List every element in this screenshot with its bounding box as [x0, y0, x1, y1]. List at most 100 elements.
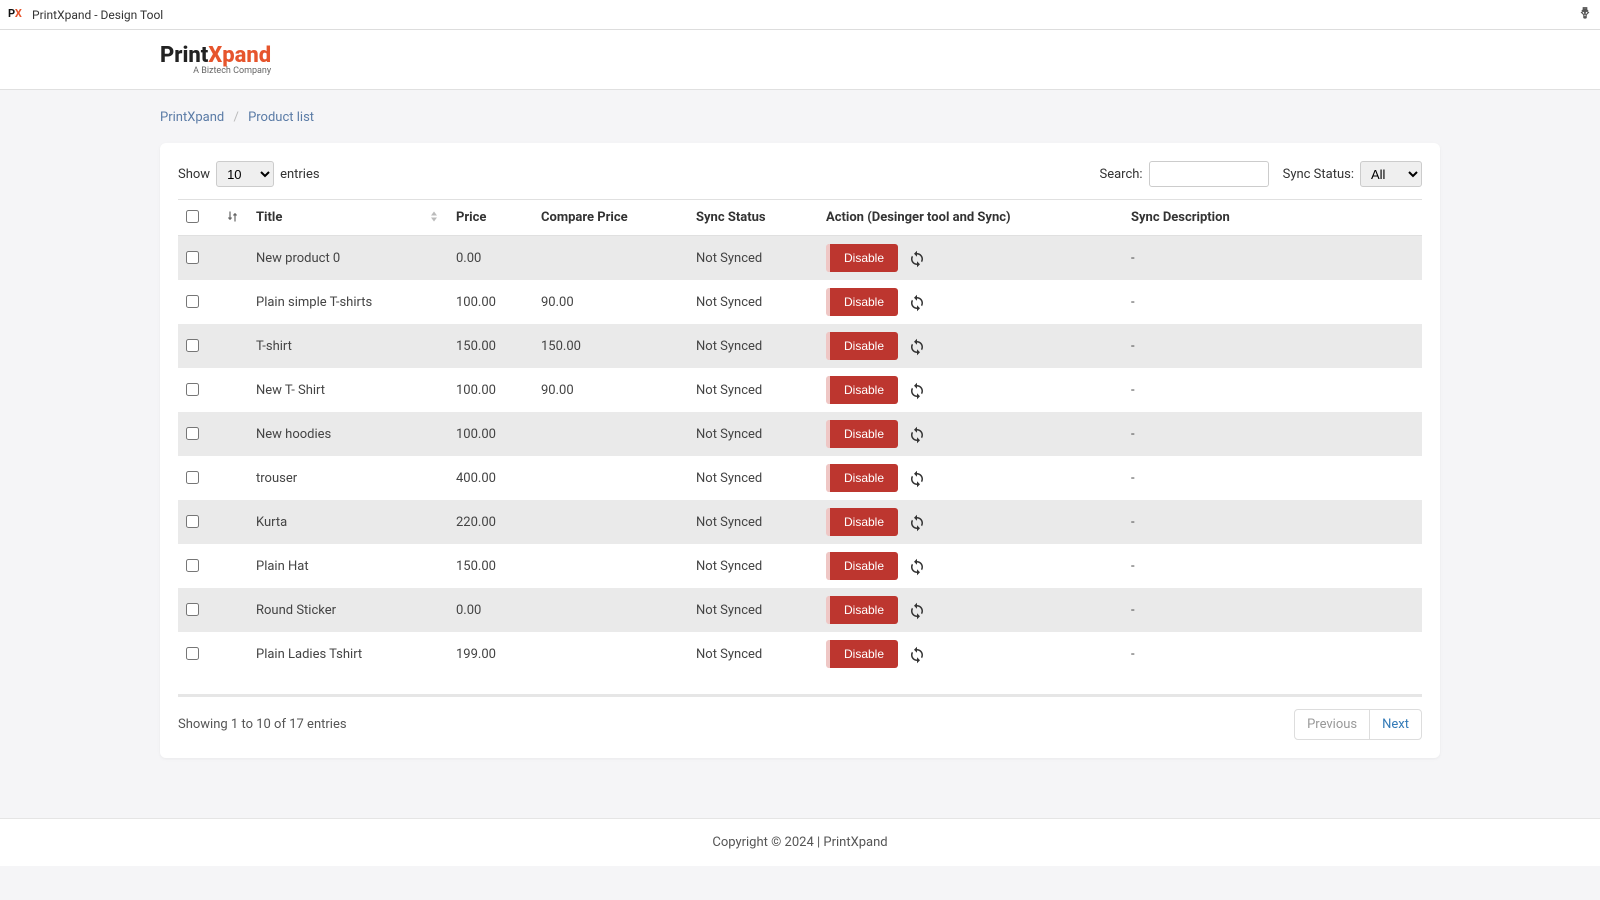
col-header-action[interactable]: Action (Desinger tool and Sync)	[818, 200, 1123, 236]
col-header-sync-desc[interactable]: Sync Description	[1123, 200, 1422, 236]
breadcrumb-root[interactable]: PrintXpand	[160, 110, 224, 125]
cell-title: New T- Shirt	[248, 368, 448, 412]
table-row: Plain Hat150.00Not SyncedDisable-	[178, 544, 1422, 588]
cell-action: Disable	[818, 632, 1123, 676]
cell-title: New product 0	[248, 236, 448, 281]
table-info: Showing 1 to 10 of 17 entries	[178, 717, 347, 732]
sync-icon[interactable]	[908, 250, 926, 268]
disable-button[interactable]: Disable	[826, 596, 898, 624]
disable-button[interactable]: Disable	[826, 288, 898, 316]
cell-price: 150.00	[448, 324, 533, 368]
cell-sync-desc: -	[1123, 324, 1422, 368]
cell-price: 100.00	[448, 280, 533, 324]
table-footer: Showing 1 to 10 of 17 entries Previous N…	[178, 694, 1422, 740]
table-row: Kurta220.00Not SyncedDisable-	[178, 500, 1422, 544]
cell-sync-desc: -	[1123, 500, 1422, 544]
cell-compare-price	[533, 456, 688, 500]
sync-icon[interactable]	[908, 426, 926, 444]
row-checkbox[interactable]	[186, 559, 199, 572]
entries-select[interactable]: 10	[216, 161, 274, 187]
cell-compare-price: 90.00	[533, 368, 688, 412]
select-all-checkbox[interactable]	[186, 210, 199, 223]
cell-sync-status: Not Synced	[688, 632, 818, 676]
cell-title: Plain simple T-shirts	[248, 280, 448, 324]
sort-icon[interactable]	[228, 210, 238, 225]
sync-icon[interactable]	[908, 294, 926, 312]
cell-price: 100.00	[448, 368, 533, 412]
sync-icon[interactable]	[908, 338, 926, 356]
pagination-next[interactable]: Next	[1369, 710, 1421, 739]
table-row: New hoodies100.00Not SyncedDisable-	[178, 412, 1422, 456]
table-row: T-shirt150.00150.00Not SyncedDisable-	[178, 324, 1422, 368]
app-header: PrintXpand A Biztech Company	[0, 30, 1600, 90]
cell-action: Disable	[818, 456, 1123, 500]
row-checkbox[interactable]	[186, 383, 199, 396]
cell-action: Disable	[818, 280, 1123, 324]
row-checkbox[interactable]	[186, 603, 199, 616]
cell-compare-price	[533, 632, 688, 676]
cell-action: Disable	[818, 324, 1123, 368]
browser-tab-bar: PX PrintXpand - Design Tool	[0, 0, 1600, 30]
cell-title: Plain Ladies Tshirt	[248, 632, 448, 676]
row-checkbox[interactable]	[186, 295, 199, 308]
sync-icon[interactable]	[908, 646, 926, 664]
sync-status-select[interactable]: All	[1360, 161, 1422, 187]
col-header-title[interactable]: Title	[248, 200, 448, 236]
row-checkbox[interactable]	[186, 427, 199, 440]
cell-price: 150.00	[448, 544, 533, 588]
table-row: Round Sticker0.00Not SyncedDisable-	[178, 588, 1422, 632]
col-header-price[interactable]: Price	[448, 200, 533, 236]
disable-button[interactable]: Disable	[826, 640, 898, 668]
cell-price: 220.00	[448, 500, 533, 544]
row-checkbox[interactable]	[186, 251, 199, 264]
cell-price: 100.00	[448, 412, 533, 456]
cell-sync-desc: -	[1123, 412, 1422, 456]
breadcrumb: PrintXpand / Product list	[160, 110, 1440, 125]
logo: PrintXpand A Biztech Company	[160, 43, 271, 76]
logo-text-xpand: Xpand	[208, 43, 271, 68]
sync-status-filter: Sync Status: All	[1283, 161, 1422, 187]
sync-icon[interactable]	[908, 558, 926, 576]
disable-button[interactable]: Disable	[826, 420, 898, 448]
cell-sync-desc: -	[1123, 368, 1422, 412]
cell-sync-status: Not Synced	[688, 456, 818, 500]
breadcrumb-current[interactable]: Product list	[248, 110, 314, 125]
pin-icon[interactable]	[1578, 6, 1592, 24]
cell-sync-status: Not Synced	[688, 236, 818, 281]
sync-icon[interactable]	[908, 382, 926, 400]
app-favicon: PX	[8, 7, 24, 23]
tab-title: PrintXpand - Design Tool	[32, 8, 1578, 22]
disable-button[interactable]: Disable	[826, 376, 898, 404]
sync-icon[interactable]	[908, 514, 926, 532]
cell-action: Disable	[818, 236, 1123, 281]
disable-button[interactable]: Disable	[826, 508, 898, 536]
row-checkbox[interactable]	[186, 515, 199, 528]
cell-compare-price: 150.00	[533, 324, 688, 368]
row-checkbox[interactable]	[186, 647, 199, 660]
cell-price: 199.00	[448, 632, 533, 676]
cell-title: trouser	[248, 456, 448, 500]
cell-compare-price	[533, 544, 688, 588]
cell-sync-desc: -	[1123, 588, 1422, 632]
search-input[interactable]	[1149, 161, 1269, 187]
cell-price: 0.00	[448, 236, 533, 281]
search-label: Search:	[1100, 167, 1143, 182]
cell-sync-status: Not Synced	[688, 280, 818, 324]
cell-compare-price	[533, 412, 688, 456]
row-checkbox[interactable]	[186, 339, 199, 352]
cell-action: Disable	[818, 368, 1123, 412]
pagination: Previous Next	[1294, 709, 1422, 740]
disable-button[interactable]: Disable	[826, 552, 898, 580]
col-header-compare-price[interactable]: Compare Price	[533, 200, 688, 236]
col-header-sync-status[interactable]: Sync Status	[688, 200, 818, 236]
cell-sync-desc: -	[1123, 632, 1422, 676]
disable-button[interactable]: Disable	[826, 244, 898, 272]
cell-sync-desc: -	[1123, 280, 1422, 324]
show-entries: Show 10 entries	[178, 161, 320, 187]
disable-button[interactable]: Disable	[826, 332, 898, 360]
row-checkbox[interactable]	[186, 471, 199, 484]
disable-button[interactable]: Disable	[826, 464, 898, 492]
sync-icon[interactable]	[908, 602, 926, 620]
sync-icon[interactable]	[908, 470, 926, 488]
pagination-previous[interactable]: Previous	[1295, 710, 1369, 739]
